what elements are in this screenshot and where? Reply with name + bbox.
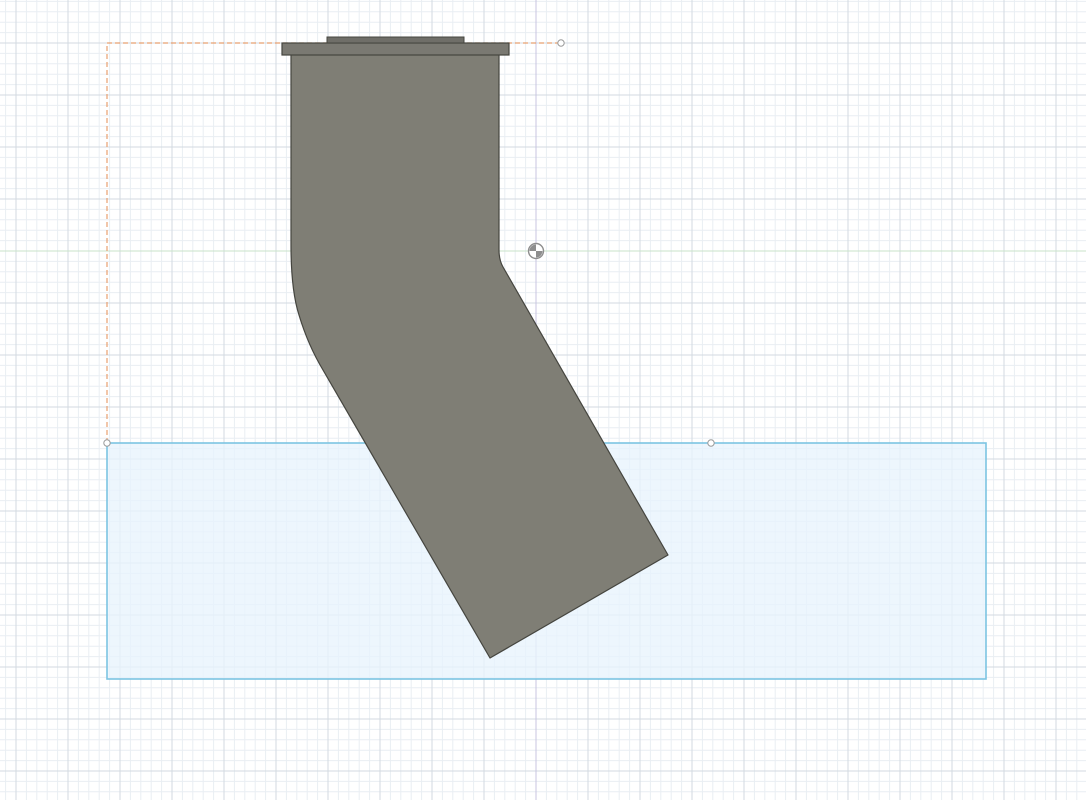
drag-handle-icon[interactable] [103, 439, 111, 447]
pipe-flange[interactable] [281, 42, 510, 56]
pipe-flange-lip[interactable] [326, 36, 465, 44]
canvas-viewport[interactable] [0, 0, 1086, 800]
origin-icon[interactable] [527, 242, 545, 260]
drag-handle-icon[interactable] [557, 39, 565, 47]
drag-handle-icon[interactable] [707, 439, 715, 447]
